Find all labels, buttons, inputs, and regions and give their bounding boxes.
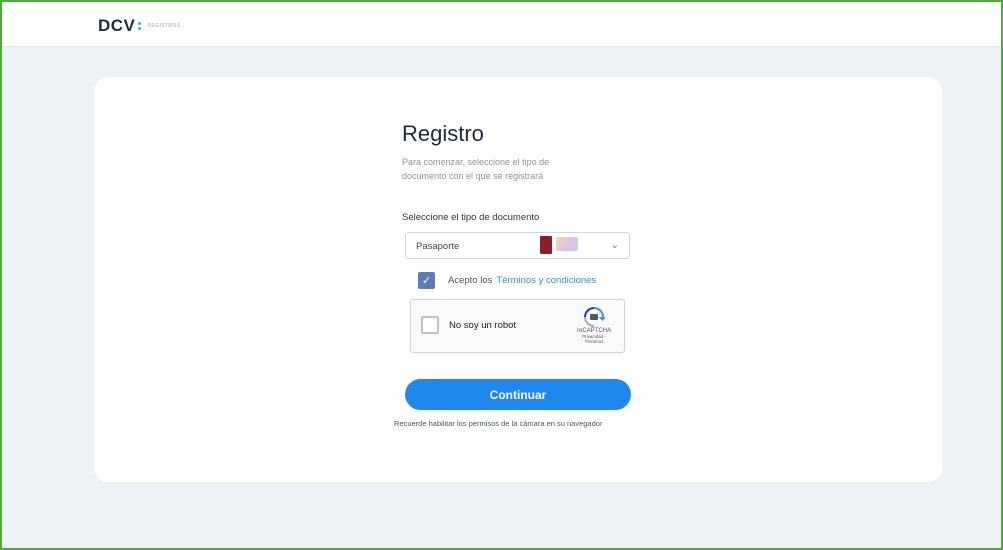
terms-row: ✓ Acepto los Términos y condiciones bbox=[418, 272, 596, 289]
recaptcha-label: No soy un robot bbox=[449, 320, 517, 331]
document-type-select[interactable]: Pasaporte ⌄ bbox=[405, 232, 630, 259]
passport-icon bbox=[540, 236, 552, 254]
recaptcha-logo: reCAPTCHA Privacidad - Términos bbox=[574, 307, 614, 344]
recaptcha-links[interactable]: Privacidad - Términos bbox=[574, 334, 614, 344]
id-card-icon bbox=[556, 237, 578, 251]
logo-tag: REGISTROS bbox=[147, 23, 181, 29]
document-type-value: Pasaporte bbox=[416, 241, 460, 252]
page-title: Registro bbox=[402, 121, 484, 146]
logo-text: DCV bbox=[98, 16, 136, 35]
logo-dots-icon bbox=[138, 22, 142, 30]
recaptcha-icon bbox=[584, 307, 605, 327]
terms-link[interactable]: Términos y condiciones bbox=[496, 275, 596, 286]
registration-card: Registro Para comenzar, seleccione el ti… bbox=[94, 77, 942, 482]
page-subtitle: Para comenzar, seleccione el tipo de doc… bbox=[402, 157, 550, 181]
document-type-label: Seleccione el tipo de documento bbox=[402, 212, 540, 223]
terms-text: Acepto los bbox=[448, 275, 493, 286]
recaptcha-checkbox[interactable] bbox=[421, 316, 439, 334]
dcv-logo[interactable]: DCV REGISTROS bbox=[98, 16, 180, 36]
continue-button[interactable]: Continuar bbox=[405, 379, 631, 410]
camera-permission-hint: Recuerde habilitar los permisos de la cá… bbox=[394, 419, 603, 428]
recaptcha-widget: No soy un robot reCAPTCHA Privacidad - T… bbox=[410, 299, 625, 353]
chevron-down-icon: ⌄ bbox=[610, 240, 619, 251]
top-bar: DCV REGISTROS bbox=[2, 2, 1001, 47]
browser-viewport: DCV REGISTROS Registro Para comenzar, se… bbox=[0, 0, 1003, 550]
terms-checkbox[interactable]: ✓ bbox=[418, 272, 435, 289]
